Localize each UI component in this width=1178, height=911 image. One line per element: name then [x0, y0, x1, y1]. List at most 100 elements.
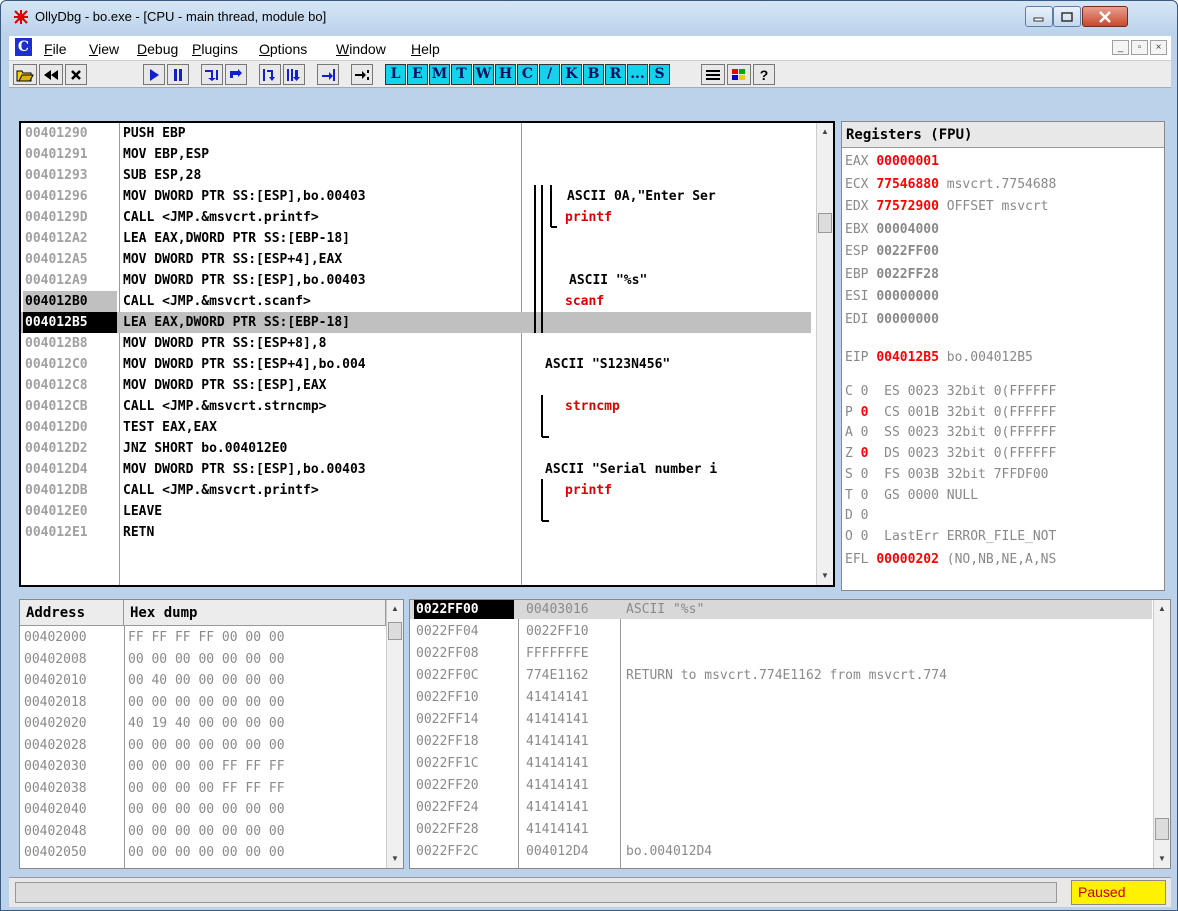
- hex-dump-column-header[interactable]: Hex dump: [124, 600, 386, 626]
- step-over-button[interactable]: [225, 64, 247, 85]
- menu-view[interactable]: View: [89, 41, 119, 57]
- maximize-button[interactable]: [1053, 6, 1081, 27]
- handles-window-button[interactable]: H: [495, 64, 516, 85]
- flag-row[interactable]: P 0 CS 001B 32bit 0(FFFFFF: [845, 403, 1164, 422]
- hex-scrollbar[interactable]: ▲ ▼: [386, 600, 403, 868]
- step-into-button[interactable]: [201, 64, 223, 85]
- flag-row[interactable]: O 0 LastErr ERROR_FILE_NOT: [845, 527, 1164, 546]
- run-trace-window-button[interactable]: ...: [627, 64, 648, 85]
- flag-row[interactable]: Z 0 DS 0023 32bit 0(FFFFFF: [845, 444, 1164, 463]
- disassembly-row[interactable]: 00401296 MOV DWORD PTR SS:[ESP],bo.00403 A…: [21, 186, 811, 207]
- flag-row[interactable]: A 0 SS 0023 32bit 0(FFFFFF: [845, 423, 1164, 442]
- stack-row[interactable]: 0022FF20 41414141: [410, 776, 1150, 795]
- scroll-down-icon[interactable]: ▼: [390, 854, 400, 864]
- menu-help[interactable]: Help: [411, 41, 440, 57]
- register-row[interactable]: EIP 004012B5 bo.004012B5: [845, 348, 1164, 367]
- menu-debug[interactable]: Debug: [137, 41, 178, 57]
- disassembly-row[interactable]: 00401293 SUB ESP,28: [21, 165, 811, 186]
- scroll-down-icon[interactable]: ▼: [820, 571, 830, 581]
- flag-row[interactable]: D 0: [845, 506, 1164, 525]
- animate-into-button[interactable]: [259, 64, 281, 85]
- register-row[interactable]: ECX 77546880 msvcrt.7754688: [845, 175, 1164, 194]
- disassembly-row[interactable]: 004012CB CALL <JMP.&msvcrt.strncmp> strncm…: [21, 396, 811, 417]
- register-row[interactable]: EFL 00000202 (NO,NB,NE,A,NS: [845, 550, 1164, 569]
- register-row[interactable]: EBX 00004000: [845, 220, 1164, 239]
- stack-row[interactable]: 0022FF28 41414141: [410, 820, 1150, 839]
- menu-options[interactable]: Options: [259, 41, 307, 57]
- log-window-button[interactable]: L: [385, 64, 406, 85]
- threads-window-button[interactable]: T: [451, 64, 472, 85]
- flag-row[interactable]: T 0 GS 0000 NULL: [845, 486, 1164, 505]
- scroll-up-icon[interactable]: ▲: [820, 127, 830, 137]
- disassembly-row[interactable]: 004012B8 MOV DWORD PTR SS:[ESP+8],8: [21, 333, 811, 354]
- hex-dump-pane[interactable]: Address Hex dump 00402000 FF FF FF FF 00 …: [19, 599, 404, 869]
- stack-row[interactable]: 0022FF18 41414141: [410, 732, 1150, 751]
- disassembly-row[interactable]: 004012A9 MOV DWORD PTR SS:[ESP],bo.00403 A…: [21, 270, 811, 291]
- memory-window-button[interactable]: M: [429, 64, 450, 85]
- mdi-minimize-button[interactable]: _: [1112, 40, 1129, 55]
- stack-row[interactable]: 0022FF0C 774E1162 RETURN to msvcrt.774E116…: [410, 666, 1150, 685]
- pause-button[interactable]: [167, 64, 189, 85]
- call-stack-window-button[interactable]: K: [561, 64, 582, 85]
- disassembly-row[interactable]: 00401290 PUSH EBP: [21, 123, 811, 144]
- disassembly-row[interactable]: 004012B0 CALL <JMP.&msvcrt.scanf> scanf: [21, 291, 811, 312]
- disassembly-row[interactable]: 004012B5 LEA EAX,DWORD PTR SS:[EBP-18]: [21, 312, 811, 333]
- disassembly-row[interactable]: 004012E0 LEAVE: [21, 501, 811, 522]
- disassembly-row[interactable]: 004012C8 MOV DWORD PTR SS:[ESP],EAX: [21, 375, 811, 396]
- run-button[interactable]: [143, 64, 165, 85]
- open-button[interactable]: [13, 64, 37, 85]
- registers-header[interactable]: Registers (FPU): [842, 122, 1164, 148]
- go-to-origin-button[interactable]: [351, 64, 373, 85]
- close-button[interactable]: [1082, 6, 1128, 27]
- scroll-thumb[interactable]: [388, 622, 402, 640]
- scroll-up-icon[interactable]: ▲: [390, 604, 400, 614]
- disassembly-row[interactable]: 004012A5 MOV DWORD PTR SS:[ESP+4],EAX: [21, 249, 811, 270]
- minimize-button[interactable]: [1025, 6, 1053, 27]
- colors-button[interactable]: [727, 64, 751, 85]
- references-window-button[interactable]: R: [605, 64, 626, 85]
- help-button[interactable]: ?: [753, 64, 775, 85]
- cpu-window-icon[interactable]: C: [15, 38, 32, 56]
- source-window-button[interactable]: S: [649, 64, 670, 85]
- animate-over-button[interactable]: [283, 64, 305, 85]
- disassembly-row[interactable]: 004012E1 RETN: [21, 522, 811, 543]
- disassembly-row[interactable]: 00401291 MOV EBP,ESP: [21, 144, 811, 165]
- execute-till-return-button[interactable]: [317, 64, 339, 85]
- cpu-window-button[interactable]: C: [517, 64, 538, 85]
- address-column-header[interactable]: Address: [20, 600, 124, 626]
- mdi-restore-button[interactable]: ▫: [1131, 40, 1148, 55]
- scroll-up-icon[interactable]: ▲: [1157, 604, 1167, 614]
- scroll-thumb[interactable]: [818, 213, 832, 233]
- disassembly-row[interactable]: 004012D0 TEST EAX,EAX: [21, 417, 811, 438]
- mdi-close-button[interactable]: ×: [1150, 40, 1167, 55]
- disassembly-row[interactable]: 004012C0 MOV DWORD PTR SS:[ESP+4],bo.004 A…: [21, 354, 811, 375]
- patches-window-button[interactable]: /: [539, 64, 560, 85]
- register-row[interactable]: ESP 0022FF00: [845, 242, 1164, 261]
- disassembly-row[interactable]: 004012A2 LEA EAX,DWORD PTR SS:[EBP-18]: [21, 228, 811, 249]
- stack-row[interactable]: 0022FF08 FFFFFFFE: [410, 644, 1150, 663]
- disassembly-row[interactable]: 004012DB CALL <JMP.&msvcrt.printf> printf: [21, 480, 811, 501]
- scroll-thumb[interactable]: [1155, 818, 1169, 840]
- disassembly-scrollbar[interactable]: ▲ ▼: [816, 123, 833, 585]
- appearance-button[interactable]: [701, 64, 725, 85]
- stack-pane[interactable]: 0022FF00 00403016 ASCII "%s" 0022FF04 0022FF…: [409, 599, 1171, 869]
- register-row[interactable]: EDI 00000000: [845, 310, 1164, 329]
- breakpoints-window-button[interactable]: B: [583, 64, 604, 85]
- menu-plugins[interactable]: Plugins: [192, 41, 238, 57]
- menu-file[interactable]: File: [44, 41, 67, 57]
- stack-row[interactable]: 0022FF00 00403016 ASCII "%s": [410, 600, 1150, 619]
- flag-row[interactable]: C 0 ES 0023 32bit 0(FFFFFF: [845, 382, 1164, 401]
- modules-window-button[interactable]: E: [407, 64, 428, 85]
- registers-pane[interactable]: Registers (FPU) EAX 00000001 ECX 77546880…: [841, 121, 1165, 591]
- disassembly-row[interactable]: 0040129D CALL <JMP.&msvcrt.printf> printf: [21, 207, 811, 228]
- title-bar[interactable]: OllyDbg - bo.exe - [CPU - main thread, m…: [1, 1, 1177, 33]
- close-debug-button[interactable]: [65, 64, 87, 85]
- stack-row[interactable]: 0022FF10 41414141: [410, 688, 1150, 707]
- stack-row[interactable]: 0022FF04 0022FF10: [410, 622, 1150, 641]
- windows-window-button[interactable]: W: [473, 64, 494, 85]
- restart-button[interactable]: [39, 64, 63, 85]
- stack-row[interactable]: 0022FF2C 004012D4 bo.004012D4: [410, 842, 1150, 861]
- stack-scrollbar[interactable]: ▲ ▼: [1153, 600, 1170, 868]
- menu-window[interactable]: Window: [336, 41, 386, 57]
- flag-row[interactable]: S 0 FS 003B 32bit 7FFDF00: [845, 465, 1164, 484]
